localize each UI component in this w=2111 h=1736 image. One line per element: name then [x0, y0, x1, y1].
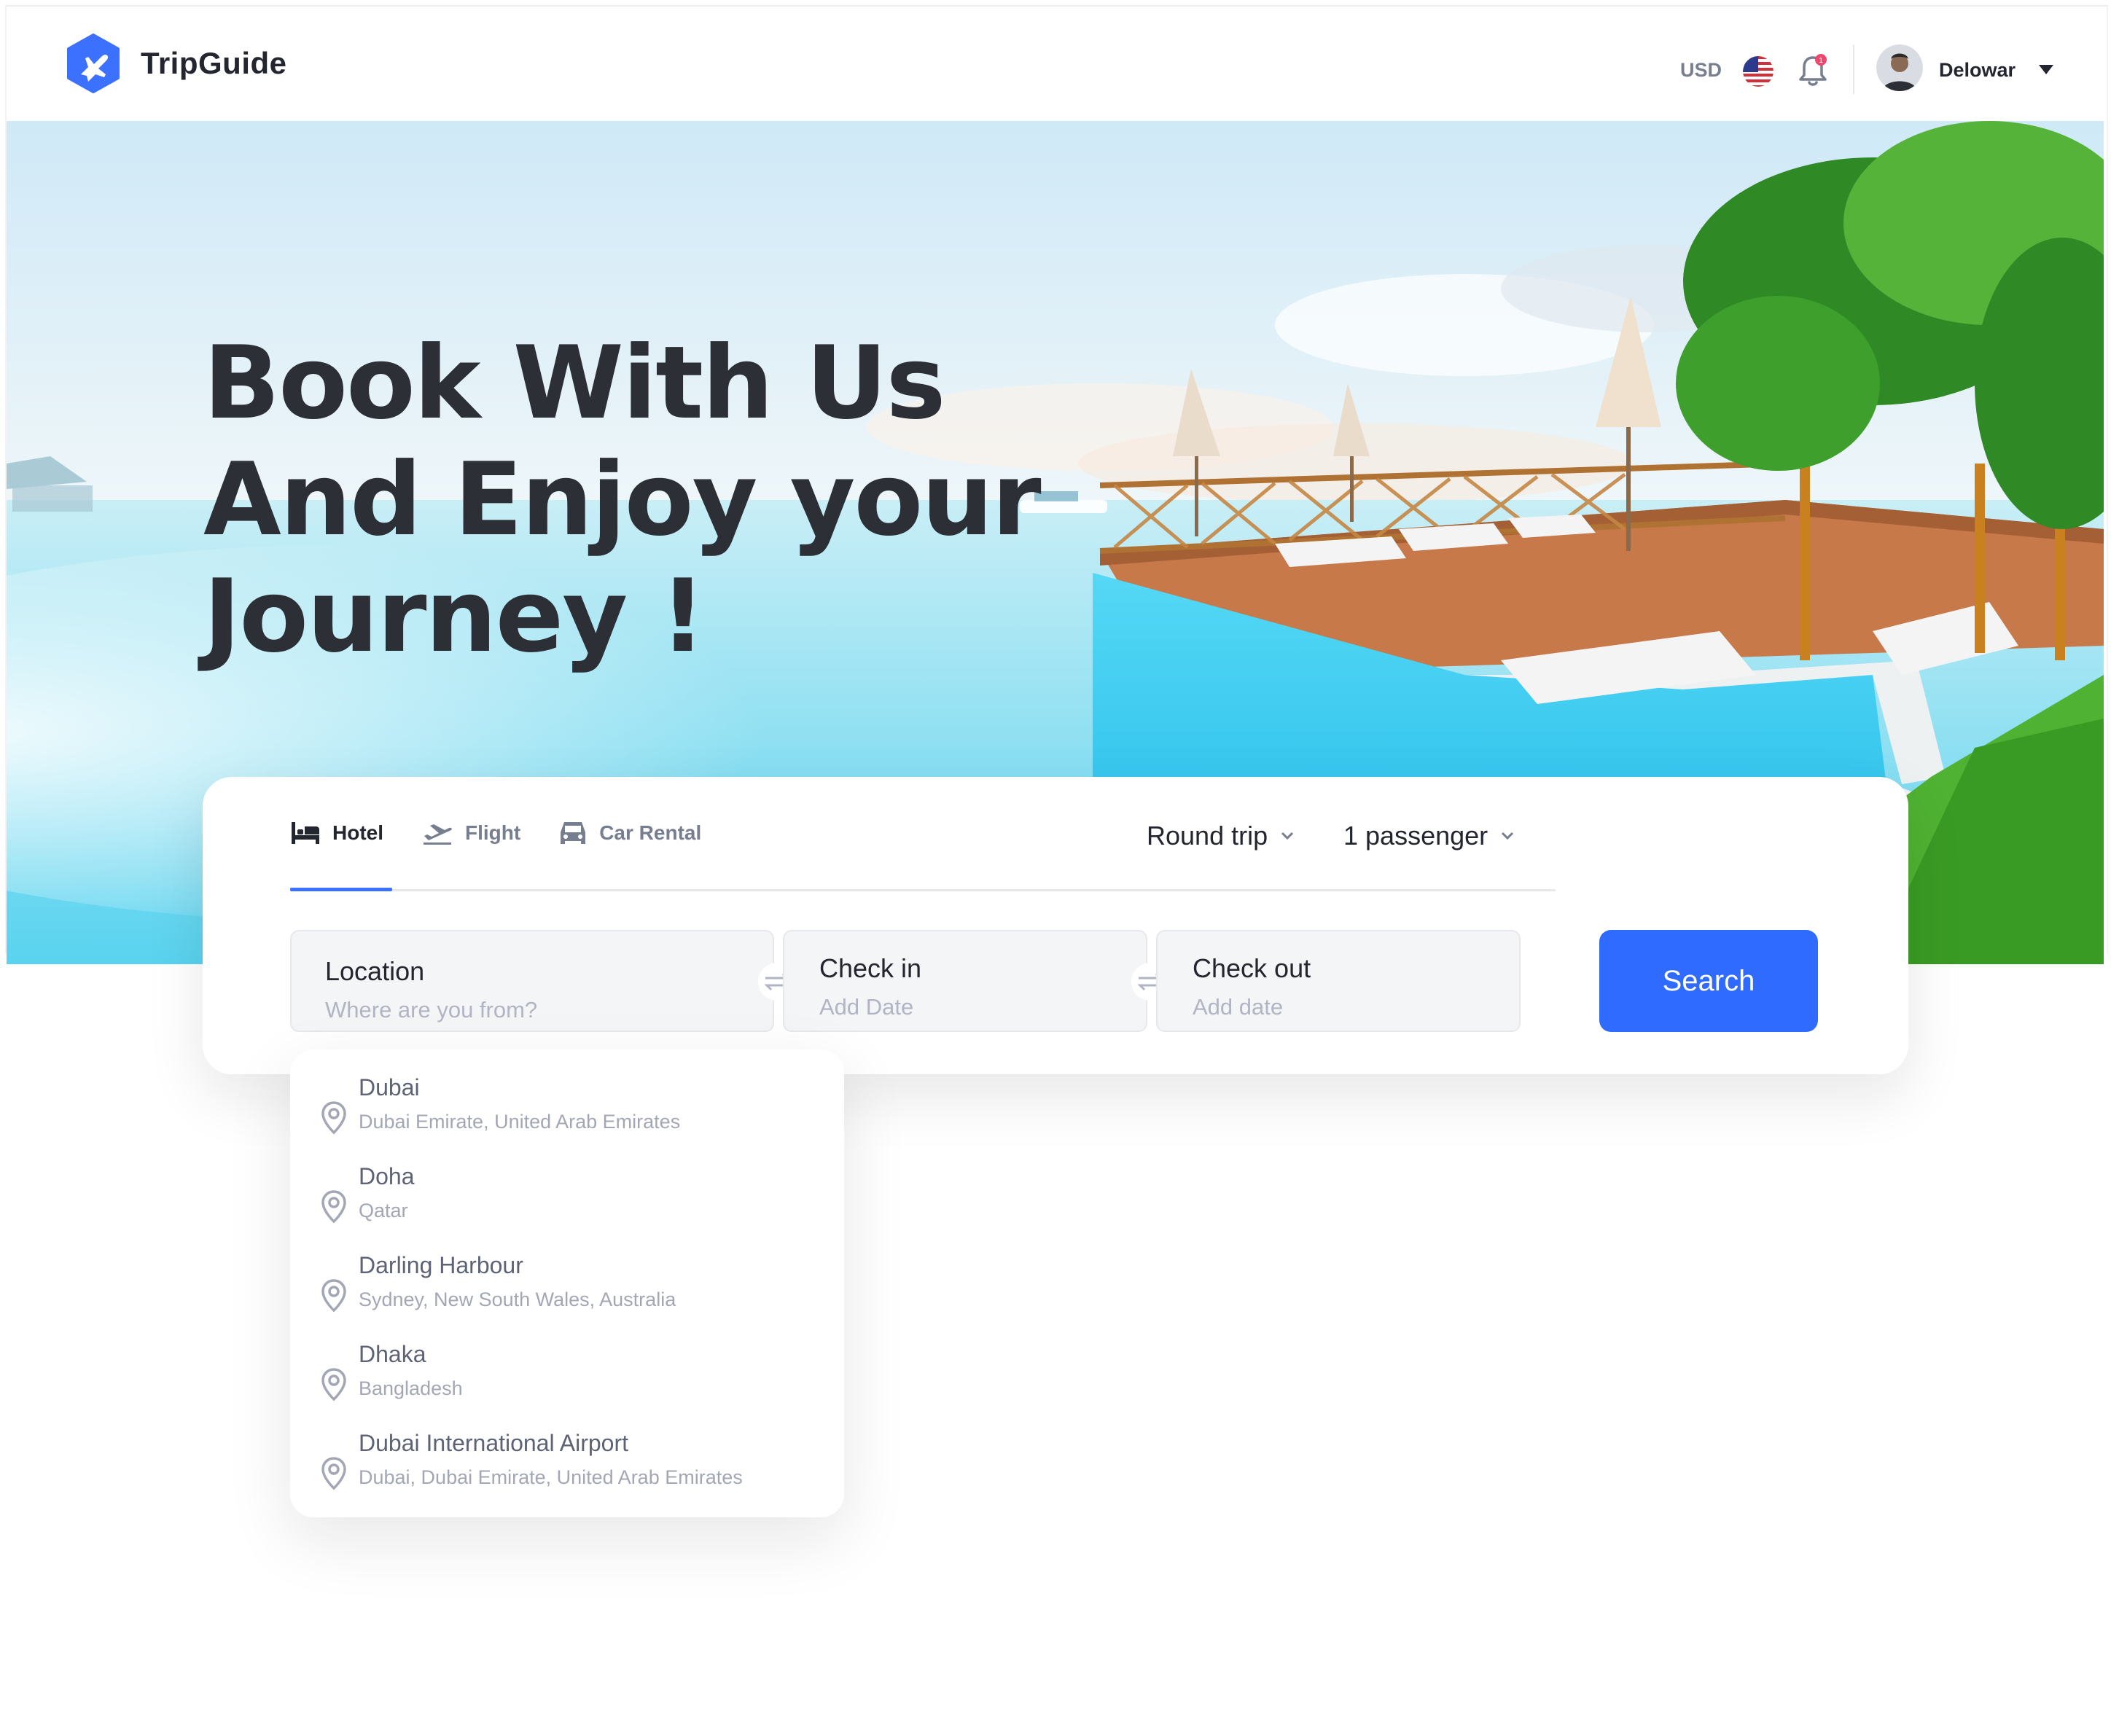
- check-in-placeholder: Add Date: [819, 994, 914, 1020]
- suggestion-detail: Qatar: [359, 1200, 408, 1221]
- suggestion-name: Dhaka: [359, 1341, 426, 1367]
- suggestion-item[interactable]: Dubai Dubai Emirate, United Arab Emirate…: [319, 1074, 822, 1147]
- tab-hotel[interactable]: Hotel: [290, 819, 383, 847]
- us-flag-icon[interactable]: [1743, 56, 1774, 87]
- headline-line-3: Journey !: [203, 558, 706, 675]
- check-out-label: Check out: [1193, 953, 1311, 983]
- suggestion-detail: Dubai Emirate, United Arab Emirates: [359, 1111, 681, 1133]
- trip-type-value: Round trip: [1147, 821, 1268, 851]
- top-header: TripGuide USD 1 Delowar: [7, 7, 2104, 121]
- location-pin-icon: [321, 1368, 346, 1401]
- tabs-divider: [290, 889, 1556, 891]
- search-card: Hotel Flight Car Rental Round trip 1 pas…: [203, 777, 1908, 1074]
- suggestion-name: Dubai: [359, 1074, 420, 1100]
- tab-hotel-label: Hotel: [332, 821, 383, 844]
- check-in-label: Check in: [819, 953, 922, 983]
- notification-count: 1: [1819, 57, 1823, 65]
- header-divider: [1853, 44, 1854, 94]
- suggestion-name: Dubai International Airport: [359, 1430, 628, 1456]
- brand-logo[interactable]: TripGuide: [63, 34, 287, 93]
- user-avatar[interactable]: [1876, 44, 1923, 91]
- currency-selector[interactable]: USD: [1680, 59, 1722, 82]
- location-suggestions: Dubai Dubai Emirate, United Arab Emirate…: [290, 1049, 844, 1517]
- plane-takeoff-icon: [424, 824, 452, 845]
- headline-line-2: And Enjoy your: [203, 441, 1042, 558]
- active-tab-indicator: [290, 888, 392, 891]
- chevron-down-icon: [1502, 832, 1514, 840]
- suggestion-detail: Bangladesh: [359, 1377, 463, 1399]
- location-pin-icon: [321, 1190, 346, 1224]
- passenger-value: 1 passenger: [1343, 821, 1488, 851]
- suggestion-detail: Sydney, New South Wales, Australia: [359, 1289, 676, 1310]
- location-field[interactable]: Location Where are you from?: [290, 930, 774, 1032]
- car-icon: [561, 822, 586, 844]
- tab-flight[interactable]: Flight: [421, 819, 520, 847]
- suggestion-item[interactable]: Dhaka Bangladesh: [319, 1341, 822, 1414]
- suggestion-item[interactable]: Dubai International Airport Dubai, Dubai…: [319, 1430, 822, 1503]
- location-pin-icon: [321, 1457, 346, 1490]
- check-in-field[interactable]: Check in Add Date: [783, 930, 1147, 1032]
- booking-tabs: Hotel Flight Car Rental: [290, 819, 739, 847]
- suggestion-name: Darling Harbour: [359, 1252, 523, 1278]
- suggestion-name: Doha: [359, 1163, 415, 1189]
- search-button[interactable]: Search: [1599, 930, 1818, 1032]
- location-pin-icon: [321, 1101, 346, 1135]
- passenger-dropdown[interactable]: 1 passenger: [1343, 821, 1514, 851]
- notification-bell-icon[interactable]: 1: [1797, 53, 1829, 88]
- check-out-placeholder: Add date: [1193, 994, 1284, 1020]
- user-menu-caret-icon[interactable]: [2039, 65, 2053, 74]
- headline-line-1: Book With Us: [203, 324, 946, 442]
- bed-icon: [292, 822, 319, 844]
- location-label: Location: [325, 956, 425, 986]
- location-placeholder: Where are you from?: [325, 997, 538, 1023]
- tab-car-rental-label: Car Rental: [599, 821, 702, 844]
- logo-icon: [67, 34, 120, 93]
- chevron-down-icon: [1281, 832, 1294, 840]
- tab-car-rental[interactable]: Car Rental: [558, 819, 701, 847]
- suggestion-item[interactable]: Darling Harbour Sydney, New South Wales,…: [319, 1252, 822, 1325]
- suggestion-detail: Dubai, Dubai Emirate, United Arab Emirat…: [359, 1466, 743, 1488]
- check-out-field[interactable]: Check out Add date: [1156, 930, 1521, 1032]
- suggestion-item[interactable]: Doha Qatar: [319, 1163, 822, 1236]
- trip-type-dropdown[interactable]: Round trip: [1147, 821, 1294, 851]
- hero-headline: Book With Us And Enjoy your Journey !: [203, 324, 1042, 675]
- user-name[interactable]: Delowar: [1939, 59, 2016, 82]
- location-pin-icon: [321, 1279, 346, 1313]
- tab-flight-label: Flight: [465, 821, 521, 844]
- brand-name: TripGuide: [141, 46, 287, 80]
